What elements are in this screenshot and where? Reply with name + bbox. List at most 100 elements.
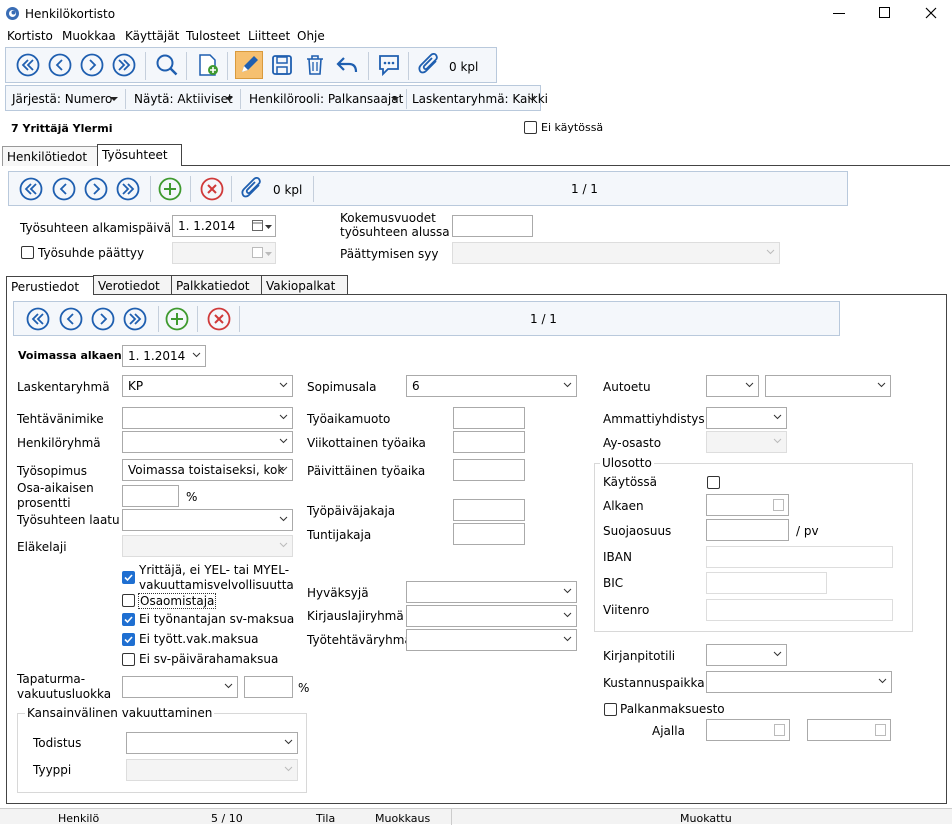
menu-kayttajat[interactable]: Käyttäjät [125, 29, 179, 43]
last-period-icon[interactable] [121, 305, 149, 333]
comment-icon[interactable] [375, 51, 403, 79]
person-group-select[interactable] [122, 431, 293, 453]
tab-perustiedot[interactable]: Perustiedot [6, 276, 94, 295]
approver-select[interactable] [406, 581, 577, 603]
menu-ohje[interactable]: Ohje [297, 29, 325, 43]
task-group-select[interactable] [406, 629, 577, 651]
ledger-account-select[interactable] [706, 644, 787, 666]
valid-from-field[interactable]: 1. 1.2014 [122, 345, 206, 367]
tab-verotiedot[interactable]: Verotiedot [93, 275, 172, 294]
booking-group-select[interactable] [406, 605, 577, 627]
last-record-icon[interactable] [110, 51, 138, 79]
delete-icon[interactable] [301, 51, 329, 79]
union-select[interactable] [706, 407, 787, 429]
person-group-label: Henkilöryhmä [17, 436, 101, 450]
sort-dropdown[interactable]: Järjestä: Numero [12, 92, 112, 106]
iban-field[interactable] [706, 546, 893, 568]
calendar-icon[interactable] [875, 724, 886, 736]
next-period-icon[interactable] [89, 305, 117, 333]
hour-divisor-field[interactable] [453, 523, 525, 545]
menu-muokkaa[interactable]: Muokkaa [62, 29, 116, 43]
add-period-icon[interactable] [163, 305, 191, 333]
remove-employment-icon[interactable] [198, 175, 226, 203]
menu-tulosteet[interactable]: Tulosteet [186, 29, 240, 43]
weekly-hours-field[interactable] [453, 431, 525, 453]
reference-field[interactable] [706, 599, 893, 621]
chevron-down-icon [527, 95, 536, 101]
first-employment-icon[interactable] [17, 175, 45, 203]
end-date-field[interactable] [172, 242, 276, 264]
daily-hours-field[interactable] [453, 459, 525, 481]
role-dropdown[interactable]: Henkilörooli: Palkansaajat [249, 92, 403, 106]
employment-ended-checkbox[interactable] [21, 246, 34, 259]
insurance-type-select[interactable] [126, 759, 298, 781]
inactive-checkbox[interactable] [524, 121, 537, 134]
experience-field[interactable] [452, 215, 533, 237]
first-period-icon[interactable] [24, 305, 52, 333]
edit-icon[interactable] [235, 51, 263, 79]
calendar-icon[interactable] [252, 220, 263, 231]
attachment-icon[interactable] [238, 175, 266, 203]
first-record-icon[interactable] [14, 51, 42, 79]
union-branch-label: Ay-osasto [603, 436, 662, 450]
protected-portion-field[interactable] [706, 519, 789, 541]
no-employer-sv-checkbox[interactable] [122, 613, 135, 626]
pension-type-select[interactable] [122, 535, 293, 557]
entrepreneur-checkbox[interactable] [122, 571, 135, 584]
tab-palkkatiedot[interactable]: Palkkatiedot [171, 275, 262, 294]
start-date-field[interactable]: 1. 1.2014 [172, 215, 276, 237]
accident-class-select[interactable] [122, 676, 238, 698]
attachment-icon[interactable] [415, 51, 443, 79]
previous-period-icon[interactable] [57, 305, 85, 333]
next-employment-icon[interactable] [82, 175, 110, 203]
end-reason-select[interactable] [452, 242, 780, 264]
no-daily-allowance-checkbox[interactable] [122, 653, 135, 666]
calc-group-select[interactable]: KP [122, 375, 293, 397]
tab-tyosuhteet[interactable]: Työsuhteet [97, 144, 182, 166]
part-owner-checkbox[interactable] [122, 594, 135, 607]
new-document-icon[interactable] [194, 51, 222, 79]
contract-select[interactable]: Voimassa toistaiseksi, kok [122, 459, 293, 481]
employment-quality-select[interactable] [122, 509, 293, 531]
search-icon[interactable] [153, 51, 181, 79]
union-branch-select[interactable] [706, 431, 787, 453]
save-icon[interactable] [268, 51, 296, 79]
pay-ban-end-field[interactable] [807, 719, 891, 741]
car-benefit-detail-select[interactable] [765, 375, 891, 397]
previous-record-icon[interactable] [46, 51, 74, 79]
last-employment-icon[interactable] [114, 175, 142, 203]
bic-field[interactable] [706, 572, 827, 594]
garnishment-start-field[interactable] [706, 494, 789, 516]
worktime-form-field[interactable] [453, 407, 525, 429]
next-record-icon[interactable] [78, 51, 106, 79]
entrepreneur-label-1: Yrittäjä, ei YEL- tai MYEL- [139, 563, 290, 577]
undo-icon[interactable] [333, 51, 361, 79]
job-title-select[interactable] [122, 407, 293, 429]
cost-center-select[interactable] [706, 671, 892, 693]
remove-period-icon[interactable] [205, 305, 233, 333]
previous-employment-icon[interactable] [50, 175, 78, 203]
add-employment-icon[interactable] [156, 175, 184, 203]
parttime-field[interactable] [122, 485, 179, 507]
tab-vakiopalkat[interactable]: Vakiopalkat [261, 275, 348, 294]
menu-liitteet[interactable]: Liitteet [248, 29, 290, 43]
pay-ban-checkbox[interactable] [604, 703, 617, 716]
tab-henkilotiedot[interactable]: Henkilötiedot [2, 146, 98, 166]
calendar-icon[interactable] [774, 724, 785, 736]
pay-ban-start-field[interactable] [706, 719, 790, 741]
close-icon[interactable] [925, 7, 937, 19]
ledger-account-label: Kirjanpitotili [603, 649, 676, 663]
calendar-icon[interactable] [773, 499, 784, 511]
minimize-icon[interactable] [833, 13, 845, 15]
accident-percent-field[interactable] [244, 676, 293, 698]
menu-kortisto[interactable]: Kortisto [7, 29, 53, 43]
garnishment-in-use-checkbox[interactable] [707, 476, 720, 489]
car-benefit-select[interactable] [706, 375, 759, 397]
chevron-down-icon [773, 438, 782, 444]
workday-divisor-field[interactable] [453, 499, 525, 521]
certificate-select[interactable] [126, 732, 298, 754]
no-unemployment-ins-checkbox[interactable] [122, 633, 135, 646]
show-dropdown[interactable]: Näytä: Aktiiviset [134, 92, 233, 106]
maximize-icon[interactable] [879, 7, 891, 19]
agreement-select[interactable]: 6 [406, 375, 577, 397]
